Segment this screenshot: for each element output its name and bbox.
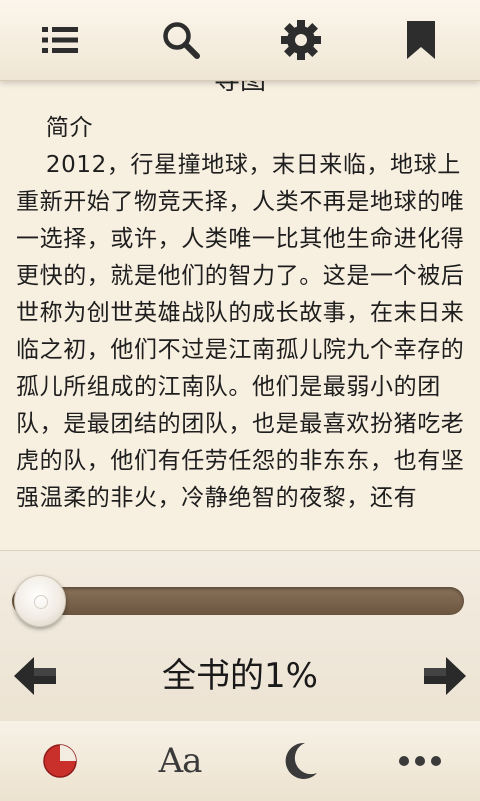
- brightness-icon: [43, 744, 77, 778]
- table-of-contents-button[interactable]: [25, 10, 95, 70]
- night-mode-icon: [285, 742, 317, 779]
- chapter-title: 导图: [213, 80, 266, 96]
- more-icon: [399, 756, 441, 766]
- bookmark-button[interactable]: [386, 10, 456, 70]
- list-icon: [42, 27, 78, 53]
- progress-slider-track[interactable]: [12, 587, 464, 615]
- book-text: 简介 2012，行星撞地球，末日来临，地球上重新开始了物竞天择，人类不再是地球的…: [16, 110, 466, 517]
- search-icon: [163, 22, 200, 59]
- progress-panel: 全书的1%: [0, 550, 480, 721]
- progress-label: 全书的1%: [162, 656, 318, 696]
- reading-area[interactable]: 导图 简介 2012，行星撞地球，末日来临，地球上重新开始了物竞天择，人类不再是…: [0, 80, 480, 550]
- font-size-button[interactable]: Aa: [140, 731, 220, 791]
- font-size-icon: Aa: [158, 741, 203, 781]
- gear-icon: [281, 20, 321, 60]
- bottom-toolbar: Aa: [0, 720, 480, 801]
- progress-slider-handle[interactable]: [14, 575, 67, 627]
- next-chapter-button[interactable]: [420, 653, 470, 699]
- top-toolbar: [0, 0, 480, 81]
- previous-chapter-button[interactable]: [10, 653, 60, 699]
- arrow-right-icon: [424, 657, 466, 695]
- night-mode-button[interactable]: [260, 731, 340, 791]
- settings-button[interactable]: [266, 10, 336, 70]
- brightness-button[interactable]: [20, 731, 100, 791]
- more-options-button[interactable]: [380, 731, 460, 791]
- intro-heading: 简介: [45, 115, 94, 141]
- search-button[interactable]: [146, 10, 216, 70]
- bookmark-icon: [407, 21, 435, 59]
- arrow-left-icon: [14, 657, 56, 695]
- intro-paragraph: 2012，行星撞地球，末日来临，地球上重新开始了物竞天择，人类不再是地球的唯一选…: [16, 152, 465, 511]
